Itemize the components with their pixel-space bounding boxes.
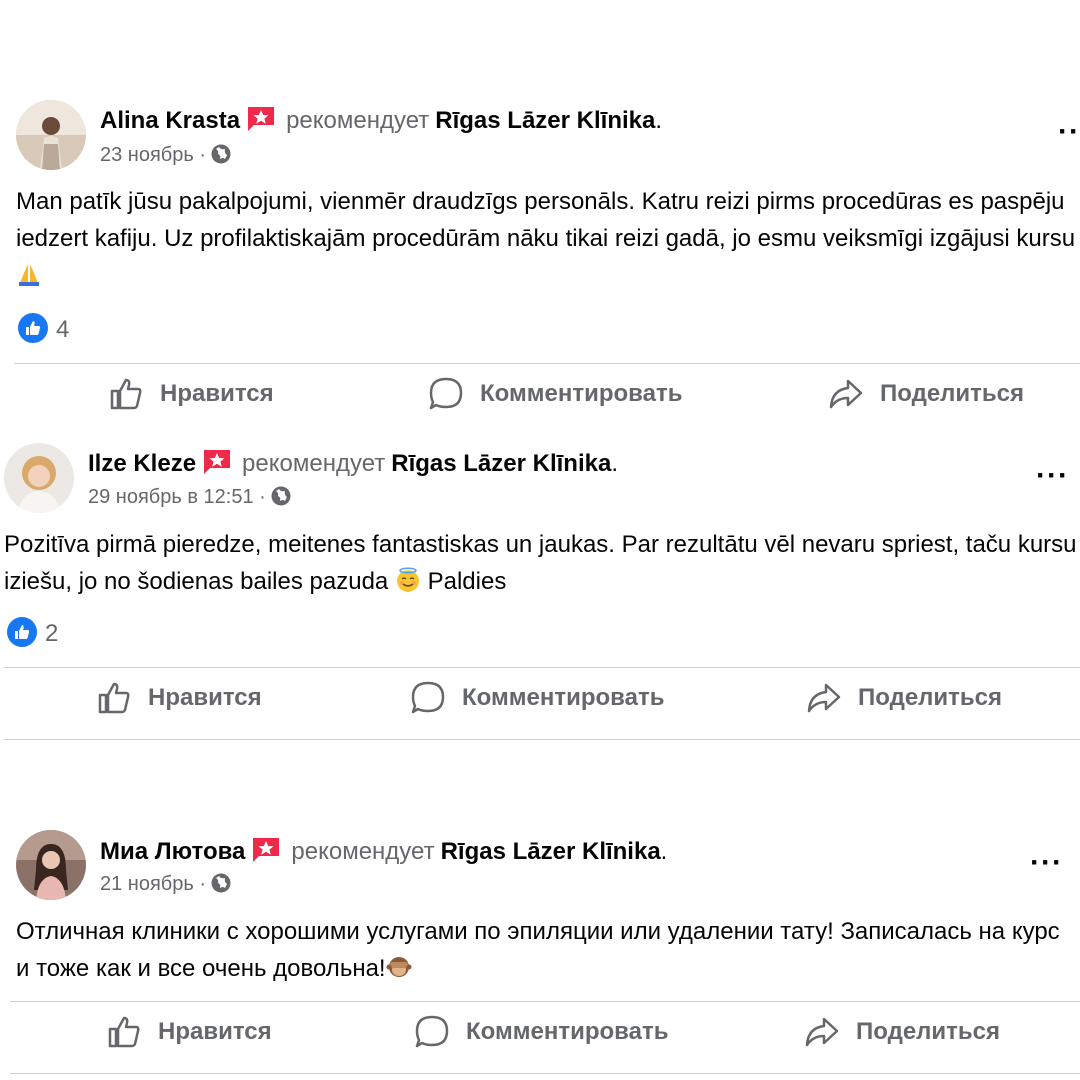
thumbs-up-icon (98, 682, 130, 714)
post-text-content: Man patīk jūsu pakalpojumi, vienmēr drau… (16, 188, 1076, 252)
more-options-icon[interactable]: ··· (1030, 848, 1063, 878)
post-text-content: Отличная клиники с хорошими услугами по … (16, 918, 1060, 982)
share-arrow-icon (807, 683, 841, 713)
comment-label: Комментировать (480, 380, 683, 407)
comment-bubble-icon (415, 1015, 449, 1048)
post-meta: 21 ноябрь · (100, 872, 232, 896)
recommend-badge-icon (202, 446, 232, 476)
meta-dot: · (199, 873, 207, 895)
reaction-summary[interactable]: 2 (7, 617, 58, 648)
share-arrow-icon (805, 1017, 839, 1047)
comment-label: Комментировать (466, 1018, 669, 1045)
like-label: Нравится (160, 380, 274, 407)
smiling-halo-emoji (395, 567, 421, 593)
thumbs-up-icon (108, 1016, 140, 1048)
like-button[interactable]: Нравится (106, 1014, 272, 1050)
author-name[interactable]: Миа Лютова (100, 838, 245, 865)
period: . (660, 838, 668, 865)
recommend-badge-icon (246, 103, 276, 133)
post-text: Отличная клиники с хорошими услугами по … (16, 913, 1076, 987)
comment-bubble-icon (411, 681, 445, 714)
divider (4, 739, 1080, 740)
see-no-evil-monkey-emoji (386, 954, 412, 980)
meta-dot: · (259, 486, 266, 508)
post-date[interactable]: 23 ноябрь (100, 144, 194, 166)
recommends-text: рекомендует (286, 107, 430, 134)
share-button[interactable]: Поделиться (806, 680, 1002, 716)
recommends-text: рекомендует (242, 450, 386, 477)
post-header: Миа Лютова рекомендует Rīgas Lāzer Klīnika… (100, 834, 667, 866)
page-name[interactable]: Rīgas Lāzer Klīnika (391, 450, 611, 477)
author-name[interactable]: Ilze Kleze (88, 450, 196, 477)
comment-label: Комментировать (462, 684, 665, 711)
more-options-icon[interactable]: ··· (1036, 461, 1069, 491)
like-button[interactable]: Нравится (108, 376, 274, 412)
post-text: Man patīk jūsu pakalpojumi, vienmēr drau… (16, 183, 1076, 294)
page-name[interactable]: Rīgas Lāzer Klīnika (435, 107, 655, 134)
globe-icon (210, 143, 232, 165)
post-actions: Нравится Комментировать Поделиться (0, 376, 1080, 426)
post-date[interactable]: 29 ноябрь в 12:51 (88, 486, 254, 508)
reaction-count: 4 (56, 316, 70, 343)
meta-dot: · (199, 144, 207, 166)
recommends-text: рекомендует (291, 838, 435, 865)
divider (14, 363, 1080, 364)
post-actions: Нравится Комментировать Поделиться (0, 1014, 1080, 1064)
like-reaction-icon (7, 617, 37, 647)
avatar[interactable] (4, 443, 74, 513)
post-meta: 23 ноябрь · (100, 143, 232, 167)
reaction-count: 2 (45, 620, 59, 647)
comment-button[interactable]: Комментировать (414, 1014, 668, 1050)
share-label: Поделиться (858, 684, 1003, 711)
reaction-summary[interactable]: 4 (18, 313, 69, 344)
post-actions: Нравится Комментировать Поделиться (0, 680, 1080, 730)
avatar[interactable] (16, 830, 86, 900)
more-options-icon[interactable]: ··· (1058, 117, 1080, 147)
comment-button[interactable]: Комментировать (428, 376, 682, 412)
share-label: Поделиться (856, 1018, 1001, 1045)
like-button[interactable]: Нравится (96, 680, 262, 716)
post-date[interactable]: 21 ноябрь (100, 873, 194, 895)
avatar[interactable] (16, 100, 86, 170)
comment-button[interactable]: Комментировать (410, 680, 664, 716)
share-arrow-icon (829, 379, 863, 409)
post-text-after: Paldies (420, 568, 507, 595)
post-meta: 29 ноябрь в 12:51 · (88, 485, 292, 509)
period: . (655, 107, 663, 134)
globe-icon (210, 872, 232, 894)
divider (10, 1001, 1080, 1002)
like-label: Нравится (158, 1018, 272, 1045)
like-reaction-icon (18, 313, 48, 343)
share-button[interactable]: Поделиться (828, 376, 1024, 412)
post-text: Pozitīva pirmā pieredze, meitenes fantas… (4, 526, 1080, 600)
period: . (611, 450, 618, 477)
share-label: Поделиться (880, 380, 1025, 407)
folded-hands-emoji (16, 261, 42, 287)
post-text-content: Pozitīva pirmā pieredze, meitenes fantas… (4, 531, 1077, 595)
page-name[interactable]: Rīgas Lāzer Klīnika (441, 838, 661, 865)
comment-bubble-icon (429, 377, 463, 410)
thumbs-up-icon (110, 378, 142, 410)
like-label: Нравится (148, 684, 262, 711)
divider (4, 667, 1080, 668)
globe-icon (270, 485, 292, 507)
post-header: Ilze Kleze рекомендует Rīgas Lāzer Klīnika… (88, 446, 618, 478)
recommend-badge-icon (251, 834, 281, 864)
post-header: Alina Krasta рекомендует Rīgas Lāzer Klīni… (100, 103, 662, 135)
share-button[interactable]: Поделиться (804, 1014, 1000, 1050)
author-name[interactable]: Alina Krasta (100, 107, 240, 134)
divider (10, 1073, 1080, 1074)
